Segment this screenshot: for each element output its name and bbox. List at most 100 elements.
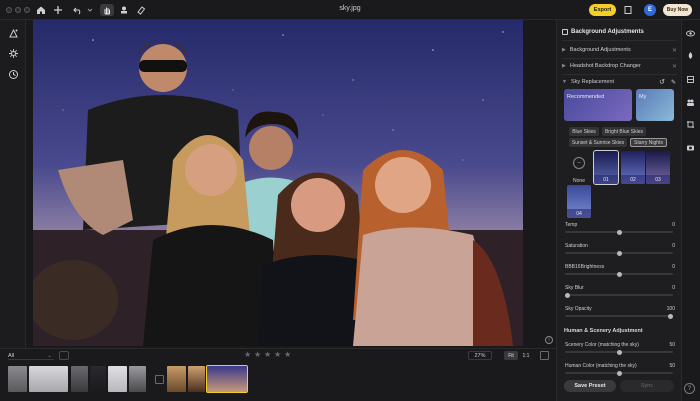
drop-icon[interactable] — [684, 49, 696, 61]
fit-button[interactable]: Fit — [504, 351, 518, 360]
filmstrip-thumbnail[interactable] — [71, 366, 88, 392]
slider-temp[interactable] — [565, 229, 673, 235]
filter-icon[interactable] — [59, 351, 69, 360]
chevron-right-icon: ▶ — [562, 47, 566, 53]
filmstrip-thumbnail[interactable] — [8, 366, 27, 392]
rating-star-icon[interactable]: ★ — [284, 351, 292, 359]
accordion-background-adjustments[interactable]: ▶ Background Adjustments ✕ — [562, 45, 677, 55]
home-icon[interactable] — [35, 4, 47, 16]
adjust-gear-icon[interactable] — [5, 45, 21, 61]
people-icon[interactable] — [684, 96, 696, 108]
sky-thumbnail[interactable]: 02 — [621, 151, 645, 184]
rating-star-icon[interactable]: ★ — [254, 351, 262, 359]
camera-icon[interactable] — [684, 141, 696, 153]
slider-name: Temp — [565, 222, 578, 228]
chip-blue-skies[interactable]: Blue Skies — [569, 127, 599, 136]
slider-sky-blur-label: Sky Blur 0 — [565, 285, 675, 293]
avatar[interactable]: E — [644, 4, 656, 16]
slider-value: 0 — [672, 264, 675, 270]
slider-knob[interactable] — [616, 271, 622, 277]
accordion-sky-replacement[interactable]: ▼ Sky Replacement ↺ ✎ — [562, 77, 677, 87]
add-icon[interactable] — [52, 4, 64, 16]
chevron-down-icon[interactable] — [84, 4, 96, 16]
filter-select-value: All — [8, 352, 15, 359]
sync-button[interactable]: Sync — [620, 380, 674, 392]
slider-name: Scenery Color (matching the sky) — [565, 342, 639, 348]
slider-scenery-color[interactable] — [565, 349, 673, 355]
panel-header: Background Adjustments — [562, 27, 677, 36]
close-icon[interactable]: ✕ — [672, 63, 677, 70]
history-icon[interactable] — [5, 66, 21, 82]
sky-thumbnail[interactable]: 04 — [567, 185, 591, 218]
filmstrip-thumbnail[interactable] — [108, 366, 127, 392]
preset-card-my[interactable]: My — [636, 89, 674, 121]
eraser-tool-icon[interactable] — [135, 4, 147, 16]
rating-star-icon[interactable]: ★ — [264, 351, 272, 359]
filmstrip-thumbnail[interactable] — [29, 366, 68, 392]
sync-label: Sync — [640, 383, 654, 389]
slider-knob[interactable] — [565, 292, 570, 298]
slider-human-color[interactable] — [565, 370, 673, 376]
chip-starry-nights[interactable]: Starry Nights — [630, 138, 667, 147]
sky-thumbnail-label: 02 — [621, 175, 645, 184]
accordion-label: Background Adjustments — [569, 47, 631, 53]
info-icon[interactable]: i — [545, 336, 553, 344]
main-photo[interactable] — [33, 20, 523, 346]
hand-tool-icon[interactable] — [100, 4, 114, 16]
zoom-level[interactable]: 27% — [468, 351, 492, 360]
reset-icon[interactable]: ↺ — [659, 78, 665, 86]
save-preset-button[interactable]: Save Preset — [564, 380, 616, 392]
panel-icon — [562, 28, 568, 35]
crop-icon[interactable] — [684, 118, 696, 130]
filmstrip-thumbnail-selected[interactable] — [206, 365, 248, 393]
slider-knob[interactable] — [616, 370, 622, 376]
filmstrip-thumbnail[interactable] — [188, 366, 205, 392]
slider-name: Sky Opacity — [565, 306, 592, 312]
divider — [562, 40, 677, 41]
window-close-button[interactable] — [6, 7, 12, 13]
compare-icon[interactable] — [540, 351, 549, 360]
slider-temp-label: Temp 0 — [565, 222, 675, 230]
document-icon[interactable] — [622, 4, 634, 16]
section-title: Human & Scenery Adjustment — [564, 328, 643, 334]
slider-sky-opacity[interactable] — [565, 313, 673, 319]
preset-card-recommended[interactable]: Recommended — [564, 89, 632, 121]
chip-sunset-sunrise[interactable]: Sunset & Sunrise Skies — [569, 138, 627, 147]
slider-knob[interactable] — [668, 313, 673, 319]
slider-knob[interactable] — [616, 229, 622, 235]
chevron-down-icon: ⌄ — [47, 352, 52, 359]
slider-knob[interactable] — [616, 250, 622, 256]
slider-saturation[interactable] — [565, 250, 673, 256]
chevron-right-icon: ▶ — [562, 63, 566, 69]
slider-value: 50 — [669, 342, 675, 348]
sky-thumbnail[interactable]: 01 — [593, 150, 619, 185]
image-group-icon[interactable] — [155, 375, 164, 384]
window-minimize-button[interactable] — [15, 7, 21, 13]
eye-icon[interactable] — [684, 27, 696, 39]
filmstrip-thumbnail[interactable] — [90, 366, 106, 392]
rating-star-icon[interactable]: ★ — [274, 351, 282, 359]
sky-thumbnail[interactable]: 03 — [646, 151, 670, 184]
filmstrip-thumbnail[interactable] — [129, 366, 146, 392]
ai-edit-icon[interactable] — [5, 25, 21, 41]
edit-icon[interactable]: ✎ — [671, 79, 676, 86]
filmstrip-thumbnail[interactable] — [167, 366, 186, 392]
undo-icon[interactable] — [72, 4, 84, 16]
buy-now-button[interactable]: Buy Now — [663, 4, 692, 16]
window-maximize-button[interactable] — [24, 7, 30, 13]
chip-bright-blue-skies[interactable]: Bright Blue Skies — [602, 127, 646, 136]
close-icon[interactable]: ✕ — [672, 47, 677, 54]
slider-sky-blur[interactable] — [565, 292, 673, 298]
accordion-label: Sky Replacement — [570, 79, 615, 85]
filter-select[interactable]: All ⌄ — [8, 352, 54, 360]
sky-option-none[interactable]: − None — [567, 151, 591, 184]
stamp-tool-icon[interactable] — [118, 4, 130, 16]
one-to-one-button[interactable]: 1:1 — [519, 351, 533, 360]
accordion-headshot-backdrop[interactable]: ▶ Headshot Backdrop Changer ✕ — [562, 61, 677, 71]
export-button[interactable]: Export — [589, 4, 616, 16]
slider-brightness[interactable] — [565, 271, 673, 277]
help-icon[interactable]: ? — [684, 383, 695, 394]
rating-star-icon[interactable]: ★ — [244, 351, 252, 359]
layers-icon[interactable] — [684, 73, 696, 85]
slider-knob[interactable] — [616, 349, 622, 355]
